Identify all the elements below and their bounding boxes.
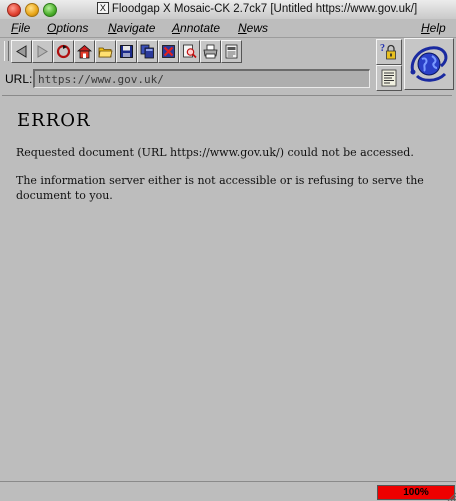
back-button[interactable] <box>11 40 32 63</box>
globe-icon <box>410 46 448 82</box>
url-label: URL: <box>5 72 33 86</box>
page-setup-button[interactable] <box>221 40 242 63</box>
progress-text: 100% <box>403 487 429 498</box>
svg-text:?: ? <box>380 43 385 54</box>
reload-icon <box>56 44 71 59</box>
menu-bar: File Options Navigate Annotate News Help <box>0 19 456 38</box>
page-title: ERROR <box>17 110 91 131</box>
page-setup-icon <box>225 44 238 59</box>
menu-navigate[interactable]: Navigate <box>108 21 155 35</box>
home-icon <box>77 44 92 59</box>
find-icon <box>183 44 197 59</box>
browser-window: X Floodgap X Mosaic-CK 2.7ck7 [Untitled h… <box>0 0 456 501</box>
title-bar[interactable]: X Floodgap X Mosaic-CK 2.7ck7 [Untitled h… <box>0 0 456 20</box>
menu-file[interactable]: File <box>11 21 30 35</box>
toolbar-grip[interactable] <box>4 41 9 61</box>
menu-help[interactable]: Help <box>421 21 446 35</box>
url-bar: URL: <box>0 66 374 92</box>
reload-button[interactable] <box>53 40 74 63</box>
new-window-button[interactable] <box>137 40 158 63</box>
progress-bar: 100% <box>377 485 455 500</box>
side-tools: ? <box>376 38 402 91</box>
menu-news[interactable]: News <box>238 21 268 35</box>
error-explanation: The information server either is not acc… <box>16 174 424 202</box>
toolbar <box>0 38 374 65</box>
save-icon <box>120 45 133 58</box>
open-folder-icon <box>98 47 113 58</box>
document-annotate-icon <box>381 69 397 87</box>
x-app-icon: X <box>96 2 109 14</box>
home-button[interactable] <box>74 40 95 63</box>
menu-options[interactable]: Options <box>47 21 88 35</box>
url-input[interactable] <box>33 69 370 88</box>
lock-icon: ? <box>380 43 396 60</box>
find-button[interactable] <box>179 40 200 63</box>
annotate-button[interactable] <box>376 65 402 91</box>
document-view[interactable]: ERROR Requested document (URL https://ww… <box>2 95 452 481</box>
close-window-light[interactable] <box>7 3 21 17</box>
print-icon <box>203 44 218 59</box>
minimize-window-light[interactable] <box>25 3 39 17</box>
error-message: Requested document (URL https://www.gov.… <box>16 146 414 159</box>
print-button[interactable] <box>200 40 221 63</box>
window-title-text: Floodgap X Mosaic-CK 2.7ck7 [Untitled ht… <box>111 3 418 15</box>
security-button[interactable]: ? <box>376 39 402 65</box>
menu-annotate[interactable]: Annotate <box>172 21 220 35</box>
close-window-icon <box>162 45 175 58</box>
save-button[interactable] <box>116 40 137 63</box>
forward-button[interactable] <box>32 40 53 63</box>
mosaic-globe-button[interactable] <box>404 38 454 90</box>
zoom-window-light[interactable] <box>43 3 57 17</box>
window-title: X Floodgap X Mosaic-CK 2.7ck7 [Untitled h… <box>58 2 456 15</box>
new-window-icon <box>140 44 154 59</box>
forward-icon <box>37 45 48 58</box>
close-window-button[interactable] <box>158 40 179 63</box>
open-folder-button[interactable] <box>95 40 116 63</box>
back-icon <box>16 45 27 58</box>
status-bar: 100% <box>0 481 456 501</box>
